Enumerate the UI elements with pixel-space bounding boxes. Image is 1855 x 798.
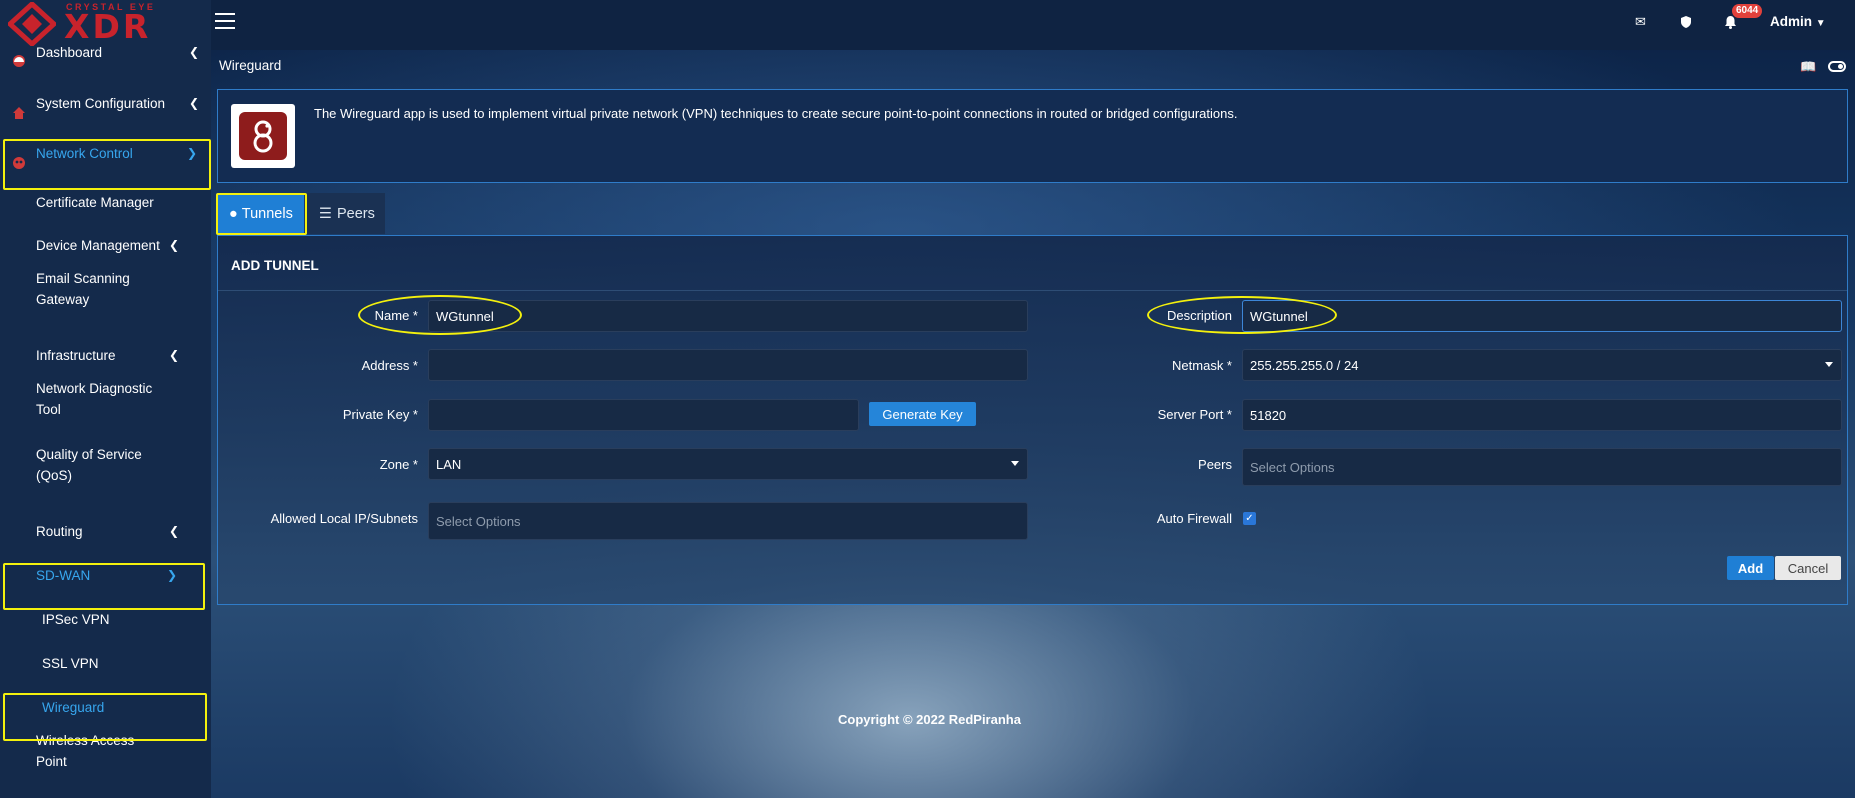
app-description: The Wireguard app is used to implement v… [314, 106, 1238, 121]
auto-firewall-checkbox[interactable]: ✓ [1243, 512, 1256, 525]
address-input[interactable] [428, 349, 1028, 381]
page-title: Wireguard [219, 58, 282, 73]
tab-peers[interactable]: ☰ Peers [307, 193, 385, 234]
admin-user-menu[interactable]: Admin ▼ [1770, 14, 1826, 29]
title-tools: 📖 [1800, 59, 1846, 75]
address-label: Address * [361, 358, 418, 373]
netmask-select[interactable]: 255.255.255.0 / 24 [1242, 349, 1842, 381]
netmask-label: Netmask * [1172, 358, 1232, 373]
brand-logo[interactable]: CRYSTAL EYE XDR [0, 0, 211, 50]
chevron-left-icon: ❮ [168, 524, 179, 538]
zone-select[interactable]: LAN [428, 448, 1028, 480]
chevron-left-icon: ❮ [168, 348, 179, 362]
sidebar: CRYSTAL EYE XDR Dashboard ❮ System Confi… [0, 0, 211, 798]
server-port-input[interactable]: 51820 [1242, 399, 1842, 431]
panel-header: ADD TUNNEL [218, 236, 1847, 291]
zone-label: Zone * [379, 457, 418, 472]
brand-name: XDR [64, 7, 152, 46]
top-bar [211, 0, 1855, 50]
chevron-left-icon: ❮ [188, 45, 199, 59]
peers-label: Peers [1198, 457, 1232, 472]
highlight-tab-tunnels [216, 193, 307, 235]
dashboard-icon [13, 55, 25, 67]
app-info-box: The Wireguard app is used to implement v… [217, 89, 1848, 183]
add-button[interactable]: Add [1727, 556, 1774, 580]
book-icon[interactable]: 📖 [1800, 59, 1816, 74]
sidebar-item-label: SSL VPN [42, 655, 99, 671]
chevron-left-icon: ❮ [168, 238, 179, 252]
chevron-down-icon: ▼ [1815, 18, 1826, 29]
sidebar-item-label: System Configuration [36, 95, 166, 111]
allowed-local-multiselect[interactable]: Select Options [428, 502, 1028, 540]
notification-badge: 6044 [1732, 4, 1763, 18]
footer-copyright: Copyright © 2022 RedPiranha [838, 712, 1021, 727]
private-key-label: Private Key * [342, 407, 418, 422]
auto-firewall-label: Auto Firewall [1156, 511, 1232, 526]
chevron-left-icon: ❮ [188, 96, 199, 110]
sidebar-item-label: Certificate Manager [36, 194, 154, 210]
sidebar-item-label: Network Diagnostic Tool [36, 381, 153, 417]
highlight-wireguard [3, 693, 207, 741]
sidebar-item-label: Infrastructure [36, 347, 116, 363]
sidebar-item-label: Device Management [36, 237, 160, 253]
highlight-network-control [3, 139, 211, 190]
private-key-input[interactable] [428, 399, 859, 431]
server-port-label: Server Port * [1157, 407, 1232, 422]
highlight-name-field [358, 295, 522, 335]
generate-key-button[interactable]: Generate Key [869, 402, 976, 426]
allowed-local-label: Allowed Local IP/Subnets [270, 511, 418, 526]
xdr-logo-icon [8, 2, 56, 46]
sidebar-item-label: Quality of Service (QoS) [36, 447, 142, 483]
cancel-button[interactable]: Cancel [1775, 556, 1841, 580]
user-label: Admin [1770, 14, 1812, 29]
sidebar-item-label: Dashboard [36, 44, 103, 60]
shield-icon[interactable] [1680, 15, 1692, 29]
caret-down-icon [1011, 461, 1019, 466]
panel-title: ADD TUNNEL [231, 258, 319, 273]
highlight-description-field [1147, 296, 1337, 334]
sidebar-item-label: Email Scanning Gateway [36, 271, 130, 307]
hamburger-menu-icon[interactable] [215, 13, 235, 29]
mail-icon[interactable]: ✉ [1635, 14, 1646, 30]
netmask-value: 255.255.255.0 / 24 [1250, 357, 1359, 373]
wireguard-dragon-icon [253, 120, 273, 153]
wireguard-logo [231, 104, 295, 168]
list-icon: ☰ [319, 205, 332, 222]
home-icon [13, 107, 25, 119]
sidebar-item-label: IPSec VPN [42, 611, 110, 627]
sidebar-item-label: Routing [36, 523, 83, 539]
peers-multiselect[interactable]: Select Options [1242, 448, 1842, 486]
tab-label: Peers [337, 205, 375, 222]
toggle-icon[interactable] [1827, 61, 1846, 72]
highlight-sd-wan [3, 563, 205, 610]
zone-value: LAN [436, 456, 462, 472]
caret-down-icon [1825, 362, 1833, 367]
